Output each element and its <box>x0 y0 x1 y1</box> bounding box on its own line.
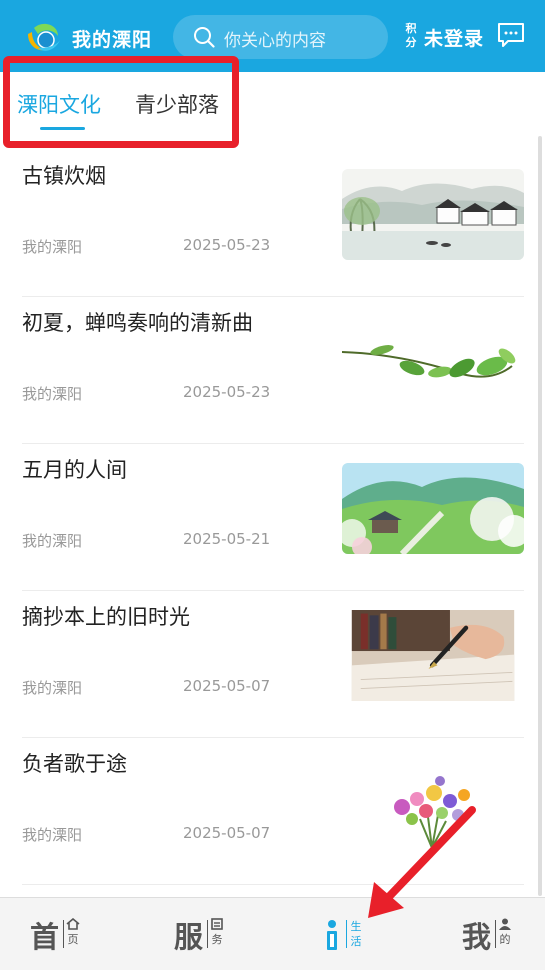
nav-home[interactable]: 首 页 <box>30 912 86 956</box>
service-icon <box>211 918 223 930</box>
login-button[interactable]: 未登录 <box>424 24 484 51</box>
nav-life-small-bottom: 活 <box>350 935 362 948</box>
article-title: 初夏，蝉鸣奏响的清新曲 <box>22 311 253 335</box>
search-placeholder: 你关心的内容 <box>224 31 326 51</box>
article-item[interactable]: 古镇炊烟 我的溧阳 2025-05-23 <box>22 150 524 297</box>
article-title: 五月的人间 <box>22 458 127 482</box>
nav-home-label: 首 <box>30 920 60 954</box>
app-title[interactable]: 我的溧阳 <box>72 25 152 52</box>
nav-divider <box>63 920 64 948</box>
article-item[interactable]: 五月的人间 我的溧阳 2025-05-21 <box>22 444 524 591</box>
nav-divider <box>207 920 208 948</box>
red-arrow-annotation <box>368 806 476 918</box>
ink-village-image <box>342 169 524 260</box>
points-label-bottom: 分 <box>405 36 417 49</box>
green-leaf-branch-image <box>342 316 524 407</box>
article-source: 我的溧阳 <box>22 532 83 550</box>
search-icon <box>194 27 215 48</box>
tabs-highlight-annotation <box>3 56 239 148</box>
spring-landscape-image <box>342 463 524 554</box>
article-date: 2025-05-07 <box>183 677 271 695</box>
article-date: 2025-05-21 <box>183 530 271 548</box>
nav-divider <box>346 920 347 948</box>
life-info-icon <box>327 920 337 950</box>
app-logo-icon[interactable] <box>24 20 64 54</box>
message-icon[interactable] <box>497 22 525 48</box>
scrollbar[interactable] <box>538 136 542 896</box>
article-item[interactable]: 摘抄本上的旧时光 我的溧阳 2025-05-07 <box>22 591 524 738</box>
user-icon <box>499 918 511 930</box>
article-item[interactable]: 初夏，蝉鸣奏响的清新曲 我的溧阳 2025-05-23 <box>22 297 524 444</box>
article-source: 我的溧阳 <box>22 238 83 256</box>
nav-service[interactable]: 服 务 <box>174 912 230 956</box>
article-title: 负者歌于途 <box>22 752 127 776</box>
article-title: 古镇炊烟 <box>22 164 106 188</box>
article-source: 我的溧阳 <box>22 385 83 403</box>
nav-home-small: 页 <box>67 933 79 946</box>
nav-divider <box>495 920 496 948</box>
points-label-top: 积 <box>405 22 417 35</box>
article-date: 2025-05-23 <box>183 383 271 401</box>
nav-mine-small: 的 <box>499 933 511 946</box>
home-icon <box>66 918 80 930</box>
search-bar[interactable]: 你关心的内容 <box>173 15 388 59</box>
article-date: 2025-05-23 <box>183 236 271 254</box>
nav-service-small: 务 <box>211 933 223 946</box>
article-date: 2025-05-07 <box>183 824 271 842</box>
points-label[interactable]: 积 分 <box>404 22 418 50</box>
article-source: 我的溧阳 <box>22 679 83 697</box>
article-source: 我的溧阳 <box>22 826 83 844</box>
pen-writing-image <box>351 610 515 701</box>
nav-service-label: 服 <box>174 920 204 954</box>
article-title: 摘抄本上的旧时光 <box>22 605 190 629</box>
